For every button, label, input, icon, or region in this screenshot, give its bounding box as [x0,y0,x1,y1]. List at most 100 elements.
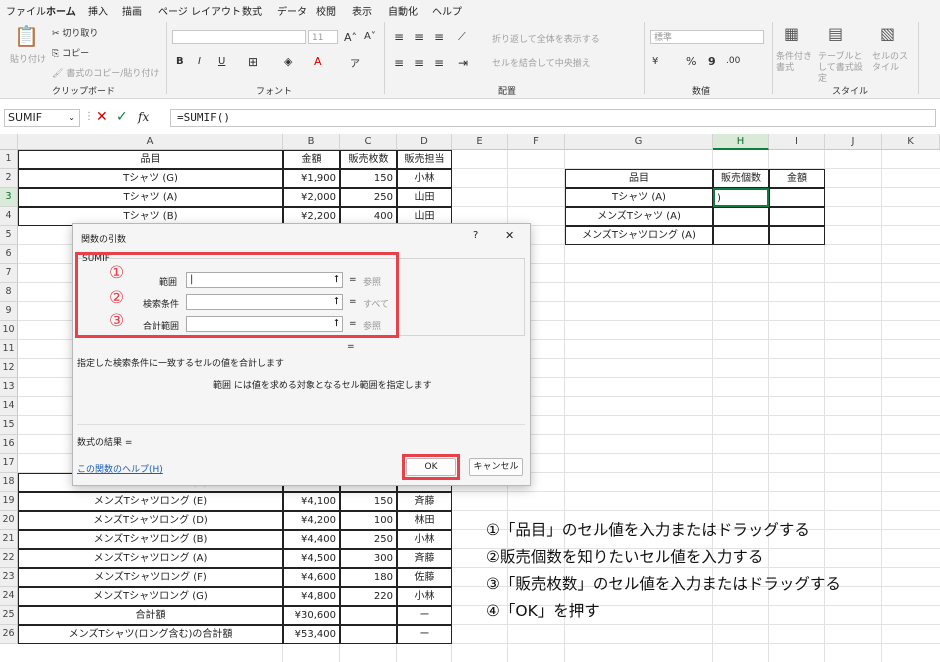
table-cell[interactable]: メンズTシャツロング (D) [18,511,283,530]
table-cell[interactable]: ¥2,000 [283,188,340,207]
select-all-corner[interactable] [0,134,18,150]
cancel-icon[interactable]: ✕ [96,109,108,125]
align-left-icon[interactable]: ≡ [394,56,404,70]
menu-review[interactable]: 校閲 [316,3,336,18]
menu-data[interactable]: データ [277,3,307,18]
table-cell[interactable]: 180 [340,568,397,587]
conditional-format-label[interactable]: 条件付き書式 [776,52,812,74]
grand-total-label[interactable]: メンズTシャツ(ロング含む)の合計額 [18,625,283,644]
row-header-1[interactable]: 1 [0,150,18,169]
decimal-icon[interactable]: .00 [726,56,740,66]
row-header-3[interactable]: 3 [0,188,18,207]
column-header-h[interactable]: H [713,134,769,150]
row-header-21[interactable]: 21 [0,530,18,549]
table-header[interactable]: 販売枚数 [340,150,397,169]
font-size-select[interactable]: 11 [308,30,338,44]
menu-automate[interactable]: 自動化 [388,3,418,18]
grand-total-empty[interactable] [340,625,397,644]
menu-insert[interactable]: 挿入 [88,3,108,18]
table-cell[interactable]: 250 [340,530,397,549]
column-header-i[interactable]: I [769,134,825,150]
table-cell[interactable]: 斉藤 [397,492,452,511]
cancel-button[interactable]: キャンセル [469,458,523,476]
format-table-icon[interactable]: ▤ [828,24,843,43]
row-header-9[interactable]: 9 [0,302,18,321]
menu-help[interactable]: ヘルプ [432,3,462,18]
summary-cell[interactable]: メンズTシャツロング (A) [565,226,713,245]
row-header-13[interactable]: 13 [0,378,18,397]
number-format-select[interactable]: 標準 [650,30,764,44]
table-cell[interactable]: 佐藤 [397,568,452,587]
table-cell[interactable]: 斉藤 [397,549,452,568]
name-box[interactable]: SUMIF ⌄ [4,109,80,127]
table-cell[interactable]: ¥1,900 [283,169,340,188]
font-name-select[interactable] [172,30,306,44]
row-header-20[interactable]: 20 [0,511,18,530]
underline-button[interactable]: U [218,56,225,67]
merge-center-button[interactable]: セルを結合して中央揃え [492,56,591,69]
grand-total-dash[interactable]: ー [397,625,452,644]
bold-button[interactable]: B [176,56,184,67]
table-cell[interactable]: メンズTシャツロング (G) [18,587,283,606]
function-help-link[interactable]: この関数のヘルプ(H) [77,462,163,475]
table-cell[interactable]: 林田 [397,511,452,530]
total-label[interactable]: 合計額 [18,606,283,625]
row-header-10[interactable]: 10 [0,321,18,340]
row-header-5[interactable]: 5 [0,226,18,245]
align-middle-icon[interactable]: ≡ [414,30,424,44]
row-header-18[interactable]: 18 [0,473,18,492]
table-cell[interactable]: 300 [340,549,397,568]
cell-styles-icon[interactable]: ▧ [880,24,895,43]
menu-page-layout[interactable]: ページ レイアウト [158,3,241,18]
wrap-text-button[interactable]: 折り返して全体を表示する [492,32,600,45]
row-header-2[interactable]: 2 [0,169,18,188]
conditional-format-icon[interactable]: ▦ [784,24,799,43]
table-cell[interactable]: 150 [340,169,397,188]
table-cell[interactable]: ¥4,500 [283,549,340,568]
summary-header[interactable]: 販売個数 [713,169,769,188]
table-cell[interactable]: メンズTシャツロング (B) [18,530,283,549]
summary-cell[interactable] [769,207,825,226]
row-header-12[interactable]: 12 [0,359,18,378]
align-center-icon[interactable]: ≡ [414,56,424,70]
summary-cell[interactable] [713,226,769,245]
table-cell[interactable]: 山田 [397,188,452,207]
row-header-14[interactable]: 14 [0,397,18,416]
active-cell-h3[interactable]: ) [713,188,769,207]
summary-cell[interactable] [713,207,769,226]
table-cell[interactable]: 100 [340,511,397,530]
column-header-k[interactable]: K [882,134,940,150]
summary-cell[interactable] [769,188,825,207]
summary-cell[interactable] [769,226,825,245]
column-header-c[interactable]: C [340,134,397,150]
summary-header[interactable]: 品目 [565,169,713,188]
close-icon[interactable]: ✕ [505,229,514,242]
row-header-11[interactable]: 11 [0,340,18,359]
total-empty[interactable] [340,606,397,625]
insert-function-icon[interactable]: fx [138,110,149,124]
column-header-j[interactable]: J [825,134,882,150]
total-value[interactable]: ¥30,600 [283,606,340,625]
row-header-16[interactable]: 16 [0,435,18,454]
table-cell[interactable]: 250 [340,188,397,207]
row-header-26[interactable]: 26 [0,625,18,644]
summary-cell[interactable]: メンズTシャツ (A) [565,207,713,226]
border-icon[interactable]: ⊞ [248,55,258,69]
enter-icon[interactable]: ✓ [116,109,128,125]
row-header-19[interactable]: 19 [0,492,18,511]
paste-icon[interactable]: 📋 [14,24,39,48]
table-header[interactable]: 販売担当 [397,150,452,169]
font-color-icon[interactable]: A [314,55,322,68]
menu-view[interactable]: 表示 [352,3,372,18]
summary-header[interactable]: 金額 [769,169,825,188]
row-header-25[interactable]: 25 [0,606,18,625]
help-icon[interactable]: ? [473,230,478,241]
cut-button[interactable]: ✂ 切り取り [52,26,98,39]
column-header-a[interactable]: A [18,134,283,150]
table-cell[interactable]: Tシャツ (A) [18,188,283,207]
italic-button[interactable]: I [198,56,201,67]
formula-input[interactable]: =SUMIF() [170,109,936,127]
table-cell[interactable]: 220 [340,587,397,606]
table-cell[interactable]: ¥4,400 [283,530,340,549]
indent-icon[interactable]: ⇥ [458,56,468,70]
